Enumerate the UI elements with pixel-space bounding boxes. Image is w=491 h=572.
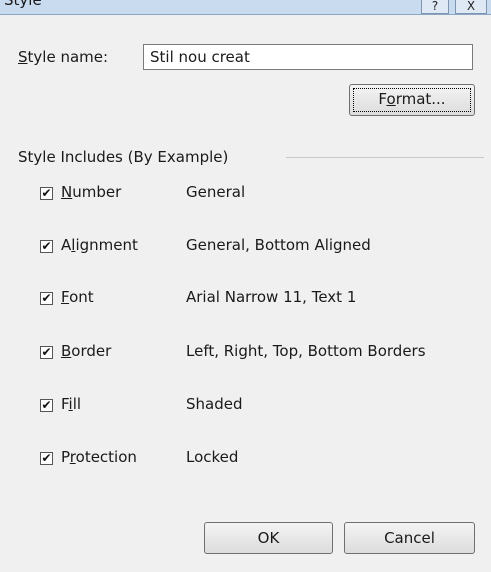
fill-label: Fill bbox=[61, 395, 82, 413]
close-button[interactable]: X bbox=[455, 0, 487, 14]
font-label: Font bbox=[61, 288, 94, 306]
number-description: General bbox=[186, 183, 246, 201]
protection-description: Locked bbox=[186, 448, 239, 466]
fill-description: Shaded bbox=[186, 395, 243, 413]
help-icon: ? bbox=[431, 0, 439, 13]
title-bar: Style ? X bbox=[0, 0, 491, 15]
group-divider bbox=[286, 157, 484, 158]
protection-label: Protection bbox=[61, 448, 137, 466]
format-button[interactable]: Format... bbox=[349, 84, 475, 116]
font-checkbox[interactable]: ✔ bbox=[40, 292, 53, 305]
help-button[interactable]: ? bbox=[421, 0, 449, 14]
protection-checkbox[interactable]: ✔ bbox=[40, 452, 53, 465]
ok-button[interactable]: OK bbox=[204, 522, 333, 554]
close-icon: X bbox=[466, 0, 476, 13]
alignment-description: General, Bottom Aligned bbox=[186, 236, 371, 254]
cancel-button[interactable]: Cancel bbox=[344, 522, 475, 554]
fill-checkbox[interactable]: ✔ bbox=[40, 399, 53, 412]
border-checkbox[interactable]: ✔ bbox=[40, 346, 53, 359]
alignment-label: Alignment bbox=[61, 236, 138, 254]
style-name-input[interactable] bbox=[143, 44, 473, 70]
number-label: Number bbox=[61, 183, 122, 201]
style-name-label: Style name: bbox=[18, 48, 109, 66]
style-includes-legend: Style Includes (By Example) bbox=[18, 148, 229, 166]
border-description: Left, Right, Top, Bottom Borders bbox=[186, 342, 426, 360]
focus-rectangle bbox=[353, 88, 471, 112]
alignment-checkbox[interactable]: ✔ bbox=[40, 240, 53, 253]
window-title: Style bbox=[4, 0, 42, 9]
number-checkbox[interactable]: ✔ bbox=[40, 187, 53, 200]
font-description: Arial Narrow 11, Text 1 bbox=[186, 288, 357, 306]
border-label: Border bbox=[61, 342, 112, 360]
